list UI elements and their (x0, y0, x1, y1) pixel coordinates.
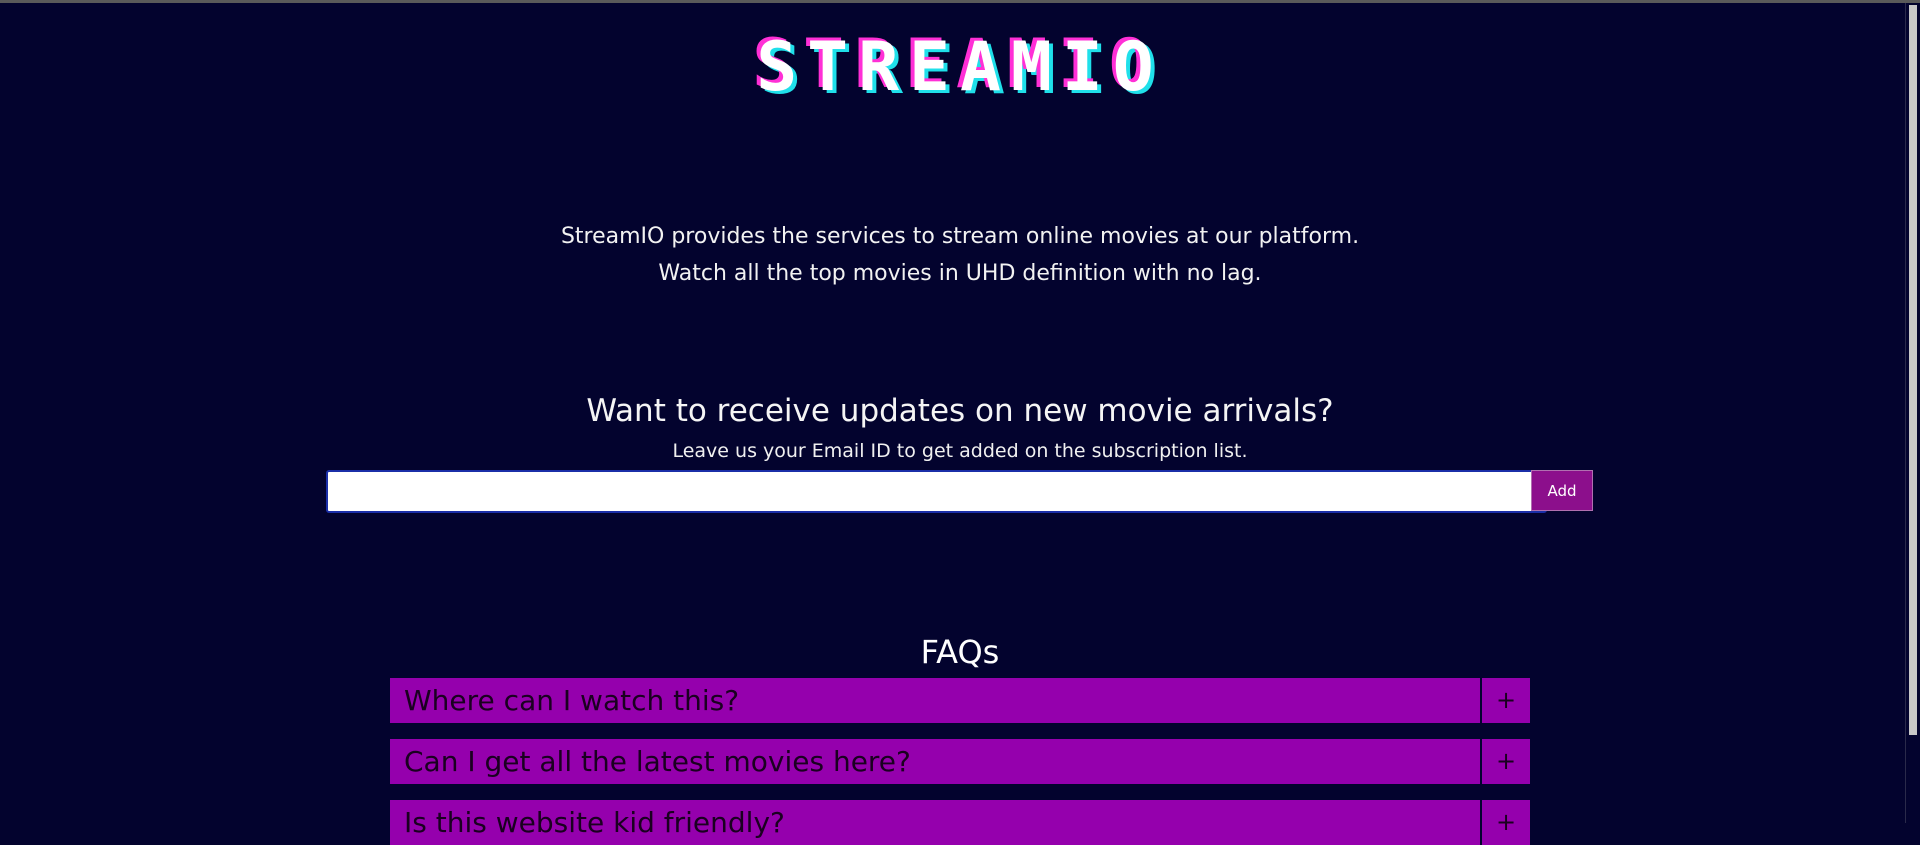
intro-line-2: Watch all the top movies in UHD definiti… (658, 261, 1262, 286)
subscribe-form: Add (326, 470, 1594, 513)
page-scrollbar[interactable] (1905, 3, 1920, 823)
subscribe-heading: Want to receive updates on new movie arr… (586, 393, 1334, 429)
faq-item[interactable]: Where can I watch this? + (390, 678, 1530, 723)
scrollbar-thumb[interactable] (1909, 5, 1917, 735)
site-logo[interactable]: STREAMIO (0, 28, 1920, 108)
faq-question[interactable]: Can I get all the latest movies here? (390, 739, 1480, 784)
faq-expand-button[interactable]: + (1482, 678, 1530, 723)
faq-item[interactable]: Can I get all the latest movies here? + (390, 739, 1530, 784)
add-button[interactable]: Add (1531, 470, 1593, 511)
email-input[interactable] (326, 470, 1547, 513)
faq-title: FAQs (920, 633, 1000, 671)
intro-line-1: StreamIO provides the services to stream… (560, 224, 1360, 249)
faq-question[interactable]: Where can I watch this? (390, 678, 1480, 723)
intro-text: StreamIO provides the services to stream… (0, 218, 1920, 292)
subscribe-subtext: Leave us your Email ID to get added on t… (672, 440, 1248, 462)
faq-expand-button[interactable]: + (1482, 739, 1530, 784)
window-top-edge (0, 0, 1920, 3)
